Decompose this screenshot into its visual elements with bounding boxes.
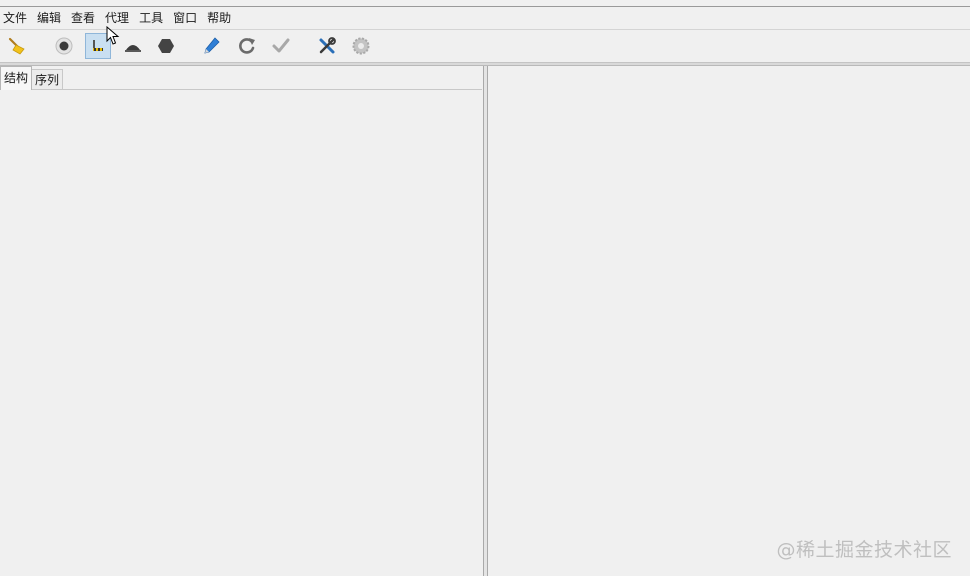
validate-button[interactable] (268, 33, 294, 59)
menu-tools[interactable]: 工具 (135, 7, 169, 29)
settings-button[interactable] (348, 33, 374, 59)
slow-mode-button[interactable] (120, 33, 146, 59)
validate-check-icon (272, 38, 290, 53)
watermark: @稀土掘金技术社区 (776, 539, 952, 561)
repeat-button[interactable] (234, 33, 260, 59)
tools-icon (319, 37, 336, 54)
menu-edit[interactable]: 编辑 (33, 7, 67, 29)
throttle-icon (93, 40, 103, 51)
tab-sequence[interactable]: 序列 (32, 69, 64, 89)
mouse-cursor-icon (106, 26, 120, 45)
compose-button[interactable] (199, 33, 225, 59)
menu-file[interactable]: 文件 (0, 7, 33, 29)
tab-structure[interactable]: 结构 (0, 66, 33, 90)
toolbar (0, 31, 970, 63)
stop-hexagon-icon (158, 39, 174, 53)
turtle-icon (125, 45, 141, 52)
settings-gear-icon (352, 37, 370, 55)
pen-icon (204, 37, 220, 54)
broom-icon (8, 37, 25, 55)
record-button[interactable] (51, 33, 77, 59)
clear-button[interactable] (4, 33, 30, 59)
right-pane (488, 66, 970, 576)
repeat-icon (239, 38, 255, 54)
record-icon (55, 37, 73, 55)
menu-view[interactable]: 查看 (67, 7, 101, 29)
menu-bar: 文件 编辑 查看 代理 工具 窗口 帮助 (0, 7, 970, 30)
left-pane: 结构 序列 (0, 66, 484, 576)
window-top-strip (0, 0, 970, 7)
tools-button[interactable] (314, 33, 340, 59)
menu-window[interactable]: 窗口 (169, 7, 203, 29)
left-pane-tabs: 结构 序列 (0, 66, 482, 90)
menu-help[interactable]: 帮助 (203, 7, 237, 29)
stop-button[interactable] (153, 33, 179, 59)
